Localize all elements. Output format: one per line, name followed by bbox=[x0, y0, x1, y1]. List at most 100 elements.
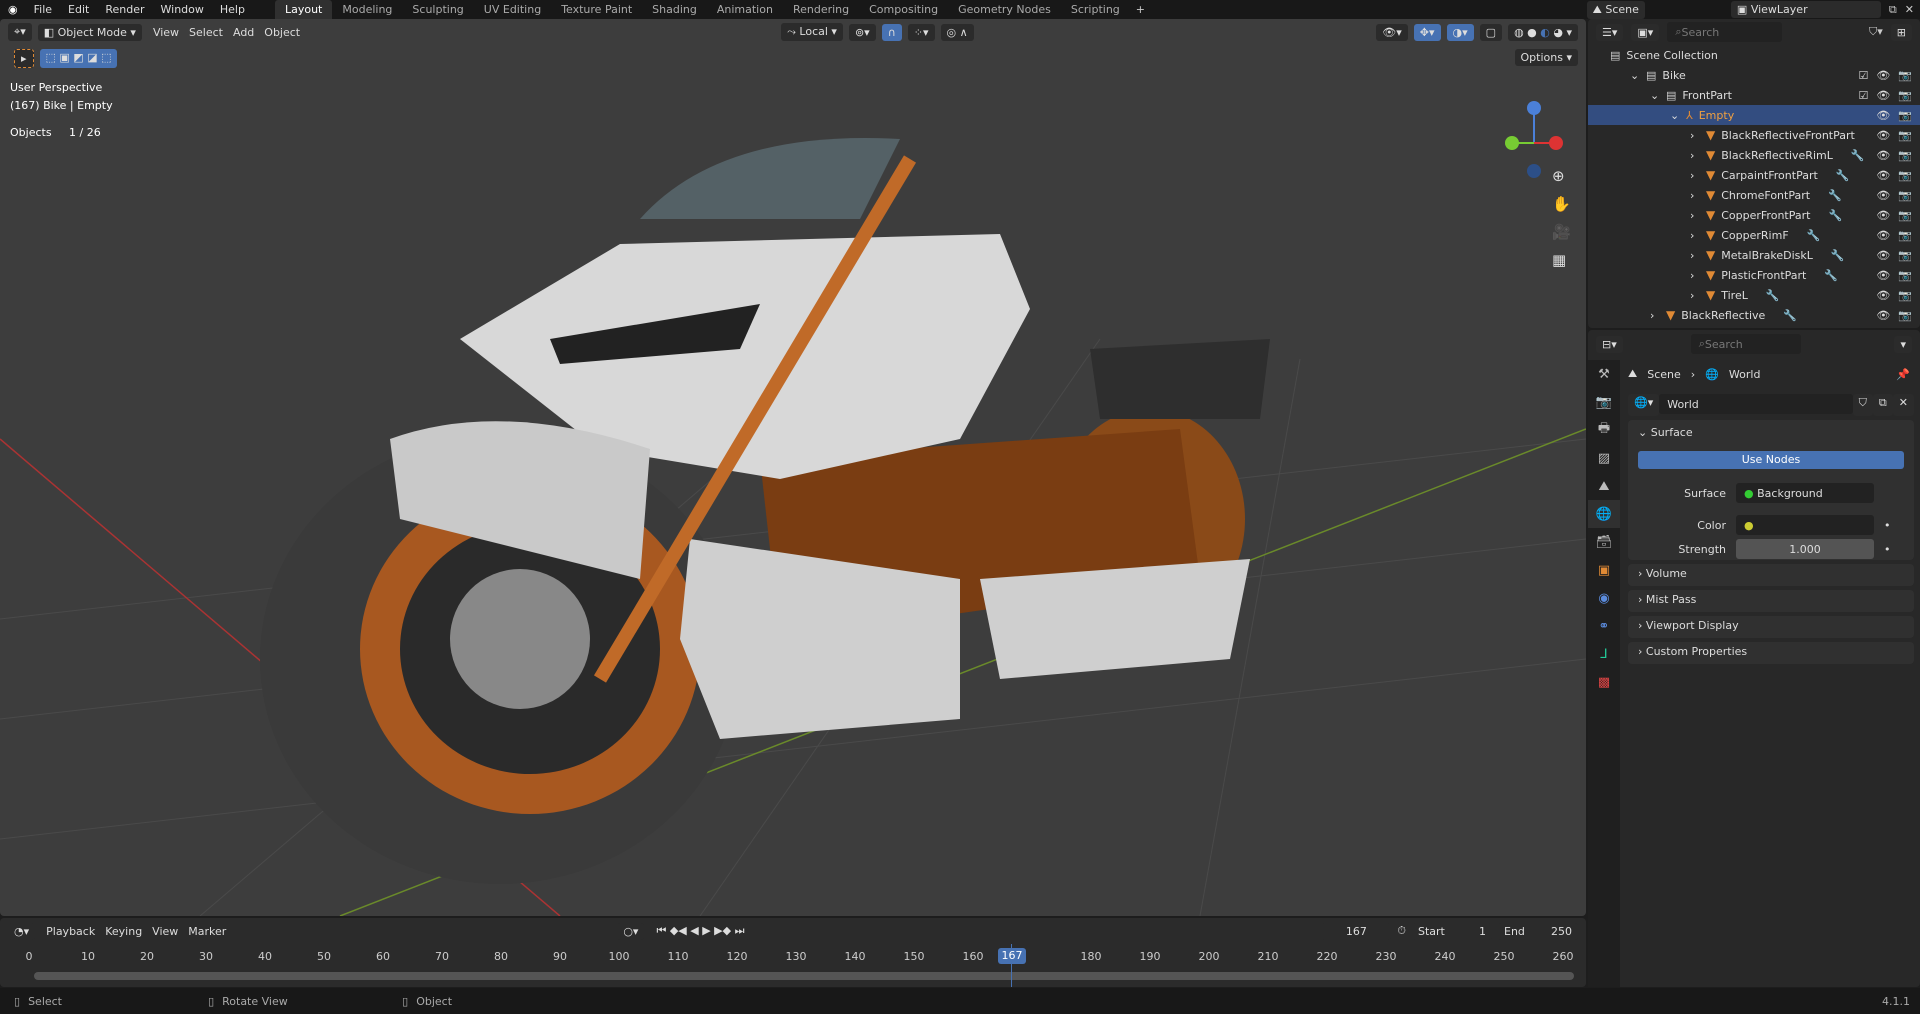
camera-icon[interactable]: 📷 bbox=[1898, 129, 1912, 142]
scene-tab-icon[interactable]: ⛰ bbox=[1588, 472, 1620, 500]
proportional-edit-icon[interactable]: ◎ ∧ bbox=[940, 23, 974, 41]
expand-chevron-icon[interactable]: › bbox=[1690, 289, 1706, 302]
fake-user-icon[interactable]: ⛉ bbox=[1852, 394, 1873, 416]
new-collection-icon[interactable]: ⊞ bbox=[1890, 23, 1912, 41]
outliner-item[interactable]: › ▼ CopperRimF 👁 📷 🔧 bbox=[1588, 225, 1920, 245]
filter-icon[interactable]: ⛉▾ bbox=[1869, 25, 1883, 39]
camera-view-icon[interactable]: 🎥 bbox=[1552, 223, 1571, 241]
outliner-item[interactable]: ⌄ ▤ FrontPart ☑ 👁 📷 bbox=[1588, 85, 1920, 105]
new-viewlayer-icon[interactable]: ⧉ bbox=[1889, 3, 1897, 17]
menu-render[interactable]: Render bbox=[97, 3, 152, 16]
modifier-wrench-icon[interactable]: 🔧 bbox=[1851, 149, 1865, 162]
select-tool-icon[interactable]: ▸ bbox=[14, 49, 34, 68]
expand-chevron-icon[interactable]: ⌄ bbox=[1630, 69, 1646, 82]
eye-icon[interactable]: 👁 bbox=[1876, 89, 1890, 102]
visibility-icon[interactable]: 👁▾ bbox=[1376, 23, 1408, 41]
gizmo-toggle-icon[interactable]: ✥▾ bbox=[1413, 23, 1441, 41]
menu-help[interactable]: Help bbox=[212, 3, 253, 16]
eye-icon[interactable]: 👁 bbox=[1876, 229, 1890, 242]
modifier-wrench-icon[interactable]: 🔧 bbox=[1836, 169, 1850, 182]
mode-selector[interactable]: ◧ Object Mode ▾ bbox=[37, 23, 142, 41]
modifier-wrench-icon[interactable]: 🔧 bbox=[1766, 289, 1780, 302]
options-button[interactable]: Options ▾ bbox=[1514, 49, 1578, 66]
eye-icon[interactable]: 👁 bbox=[1876, 129, 1890, 142]
outliner-item[interactable]: › ▼ MetalBrakeDiskL 👁 📷 🔧 bbox=[1588, 245, 1920, 265]
eye-icon[interactable]: 👁 bbox=[1876, 169, 1890, 182]
zoom-icon[interactable]: ⊕ bbox=[1552, 167, 1571, 185]
expand-chevron-icon[interactable]: › bbox=[1690, 209, 1706, 222]
surface-panel-header[interactable]: ⌄ Surface bbox=[1638, 426, 1904, 439]
shading-modes[interactable]: ◍ ● ◐ ◕ ▾ bbox=[1508, 23, 1578, 41]
outliner-item[interactable]: ▤ Scene Collection bbox=[1588, 45, 1920, 65]
expand-chevron-icon[interactable]: › bbox=[1690, 169, 1706, 182]
modifier-wrench-icon[interactable]: 🔧 bbox=[1783, 309, 1797, 322]
tab-texture-paint[interactable]: Texture Paint bbox=[551, 0, 642, 19]
outliner-item[interactable]: › ▼ BlackReflectiveRimL 👁 📷 🔧 bbox=[1588, 145, 1920, 165]
menu-file[interactable]: File bbox=[26, 3, 60, 16]
auto-key-icon[interactable]: ○▾ bbox=[617, 922, 645, 940]
camera-icon[interactable]: 📷 bbox=[1898, 229, 1912, 242]
tool-tab-icon[interactable]: ⚒ bbox=[1588, 360, 1620, 388]
viewport-menu-add[interactable]: Add bbox=[228, 26, 259, 39]
use-nodes-button[interactable]: Use Nodes bbox=[1638, 451, 1904, 469]
select-mode-new-icon[interactable]: ⬚ ▣ ◩ ◪ ⬚ bbox=[39, 49, 118, 68]
timeline-menu-view[interactable]: View bbox=[147, 925, 183, 938]
eye-icon[interactable]: 👁 bbox=[1876, 69, 1890, 82]
eye-icon[interactable]: 👁 bbox=[1876, 109, 1890, 122]
collection-tab-icon[interactable]: 🗃 bbox=[1588, 528, 1620, 556]
outliner-item[interactable]: ⌄ ▤ Bike ☑ 👁 📷 bbox=[1588, 65, 1920, 85]
data-tab-icon[interactable]: ⅃ bbox=[1588, 640, 1620, 668]
eye-icon[interactable]: 👁 bbox=[1876, 189, 1890, 202]
menu-edit[interactable]: Edit bbox=[60, 3, 97, 16]
camera-icon[interactable]: 📷 bbox=[1898, 169, 1912, 182]
start-frame-field[interactable]: Start 1 bbox=[1412, 922, 1492, 940]
camera-icon[interactable]: 📷 bbox=[1898, 69, 1912, 82]
viewport-menu-view[interactable]: View bbox=[148, 26, 184, 39]
add-workspace-icon[interactable]: + bbox=[1130, 3, 1151, 16]
outliner-search-input[interactable]: ⌕ Search bbox=[1667, 22, 1783, 42]
timeline-menu-playback[interactable]: Playback bbox=[41, 925, 100, 938]
constraints-tab-icon[interactable]: ⚭ bbox=[1588, 612, 1620, 640]
pin-icon[interactable]: 📌 bbox=[1896, 368, 1910, 381]
pan-hand-icon[interactable]: ✋ bbox=[1552, 195, 1571, 213]
blender-logo-icon[interactable]: ◉ bbox=[0, 3, 26, 16]
world-tab-icon[interactable]: 🌐 bbox=[1588, 500, 1620, 528]
modifier-wrench-icon[interactable]: 🔧 bbox=[1828, 189, 1842, 202]
stopwatch-icon[interactable]: ⏱ bbox=[1397, 924, 1406, 938]
pivot-icon[interactable]: ⊚▾ bbox=[848, 23, 876, 41]
viewport-menu-object[interactable]: Object bbox=[259, 26, 305, 39]
properties-editor-icon[interactable]: ⊟▾ bbox=[1596, 335, 1623, 353]
world-browse-icon[interactable]: 🌐▾ bbox=[1628, 394, 1660, 416]
panel-mist-pass[interactable]: › Mist Pass bbox=[1628, 590, 1914, 612]
remove-viewlayer-icon[interactable]: ✕ bbox=[1905, 3, 1920, 16]
render-tab-icon[interactable]: 📷 bbox=[1588, 388, 1620, 416]
expand-chevron-icon[interactable]: › bbox=[1690, 249, 1706, 262]
tab-sculpting[interactable]: Sculpting bbox=[402, 0, 473, 19]
properties-search-input[interactable]: ⌕ Search bbox=[1690, 334, 1801, 354]
expand-chevron-icon[interactable]: › bbox=[1690, 269, 1706, 282]
tab-uv-editing[interactable]: UV Editing bbox=[474, 0, 551, 19]
outliner-item[interactable]: › ▼ TireL 👁 📷 🔧 bbox=[1588, 285, 1920, 305]
eye-icon[interactable]: 👁 bbox=[1876, 309, 1890, 322]
playback-controls[interactable]: ⏮ ◆◀ ◀ ▶ ▶◆ ⏭ bbox=[650, 922, 751, 940]
snap-target-icon[interactable]: ⁘▾ bbox=[907, 23, 935, 41]
overlay-toggle-icon[interactable]: ◑▾ bbox=[1446, 23, 1474, 41]
camera-icon[interactable]: 📷 bbox=[1898, 249, 1912, 262]
transform-orientation-selector[interactable]: ⤳ Local ▾ bbox=[781, 23, 843, 41]
scene-selector[interactable]: ⛰ Scene bbox=[1586, 0, 1645, 19]
expand-chevron-icon[interactable]: ⌄ bbox=[1670, 109, 1686, 122]
outliner-item[interactable]: › ▼ ChromeFontPart 👁 📷 🔧 bbox=[1588, 185, 1920, 205]
modifier-wrench-icon[interactable]: 🔧 bbox=[1831, 249, 1845, 262]
keyframe-dot-icon[interactable]: • bbox=[1884, 543, 1891, 556]
physics-tab-icon[interactable]: ◉ bbox=[1588, 584, 1620, 612]
camera-icon[interactable]: 📷 bbox=[1898, 289, 1912, 302]
object-tab-icon[interactable]: ▣ bbox=[1588, 556, 1620, 584]
modifier-wrench-icon[interactable]: 🔧 bbox=[1828, 209, 1842, 222]
checkbox-icon[interactable]: ☑ bbox=[1858, 69, 1868, 82]
display-mode-icon[interactable]: ▣▾ bbox=[1631, 23, 1660, 41]
outliner-item[interactable]: ⌄ ⅄ Empty 👁 📷 bbox=[1588, 105, 1920, 125]
timeline-menu-keying[interactable]: Keying bbox=[100, 925, 147, 938]
tab-rendering[interactable]: Rendering bbox=[783, 0, 859, 19]
tab-animation[interactable]: Animation bbox=[707, 0, 783, 19]
surface-shader-field[interactable]: ● Background bbox=[1736, 483, 1874, 503]
